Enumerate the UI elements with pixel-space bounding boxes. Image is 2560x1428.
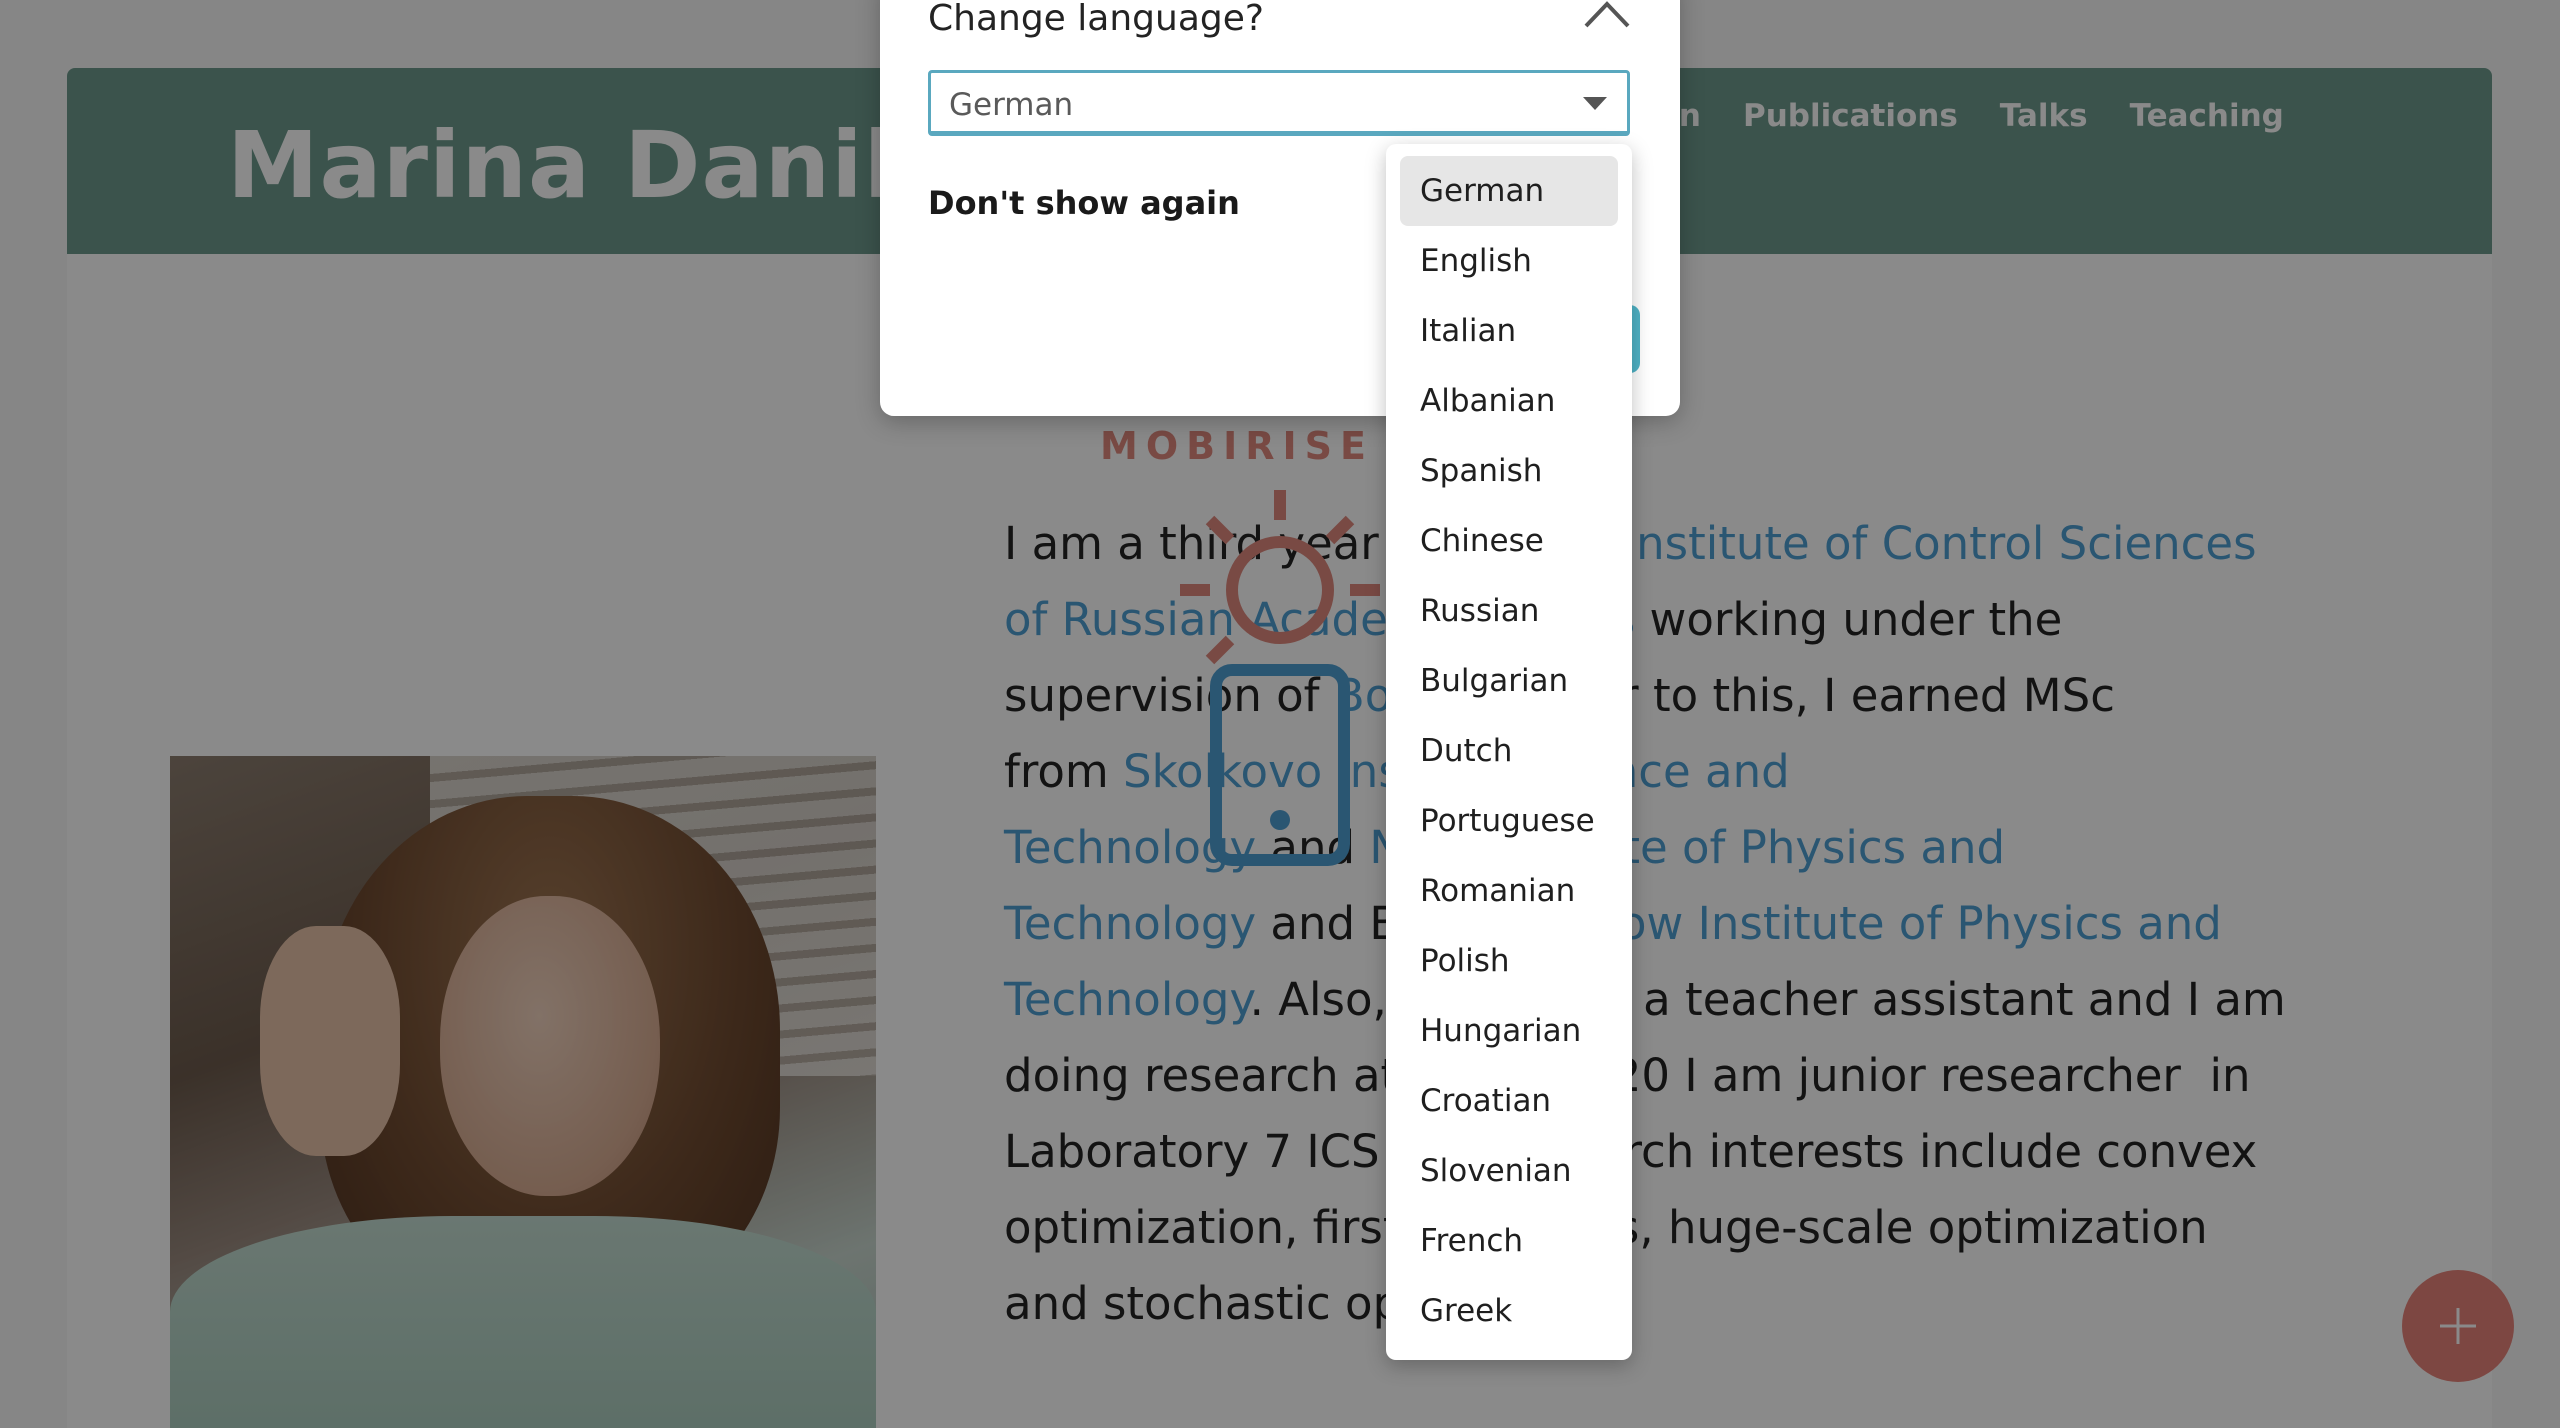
language-option-hungarian[interactable]: Hungarian: [1400, 996, 1618, 1066]
language-option-greek[interactable]: Greek: [1400, 1276, 1618, 1346]
modal-title: Change language?: [928, 0, 1264, 39]
language-option-bulgarian[interactable]: Bulgarian: [1400, 646, 1618, 716]
language-option-english[interactable]: English: [1400, 226, 1618, 296]
language-select-value: German: [949, 87, 1074, 123]
language-option-portuguese[interactable]: Portuguese: [1400, 786, 1618, 856]
language-option-german[interactable]: German: [1400, 156, 1618, 226]
language-option-romanian[interactable]: Romanian: [1400, 856, 1618, 926]
dont-show-again-label[interactable]: Don't show again: [928, 184, 1240, 222]
language-option-french[interactable]: French: [1400, 1206, 1618, 1276]
language-option-italian[interactable]: Italian: [1400, 296, 1618, 366]
language-option-russian[interactable]: Russian: [1400, 576, 1618, 646]
chevron-up-icon[interactable]: [1582, 0, 1632, 32]
language-dropdown-list: German English Italian Albanian Spanish Chine…: [1386, 144, 1632, 1360]
language-option-chinese[interactable]: Chinese: [1400, 506, 1618, 576]
language-select[interactable]: German: [928, 70, 1630, 136]
language-option-albanian[interactable]: Albanian: [1400, 366, 1618, 436]
language-option-dutch[interactable]: Dutch: [1400, 716, 1618, 786]
language-option-spanish[interactable]: Spanish: [1400, 436, 1618, 506]
caret-down-icon: [1583, 97, 1607, 110]
language-option-croatian[interactable]: Croatian: [1400, 1066, 1618, 1136]
language-option-polish[interactable]: Polish: [1400, 926, 1618, 996]
language-option-slovenian[interactable]: Slovenian: [1400, 1136, 1618, 1206]
